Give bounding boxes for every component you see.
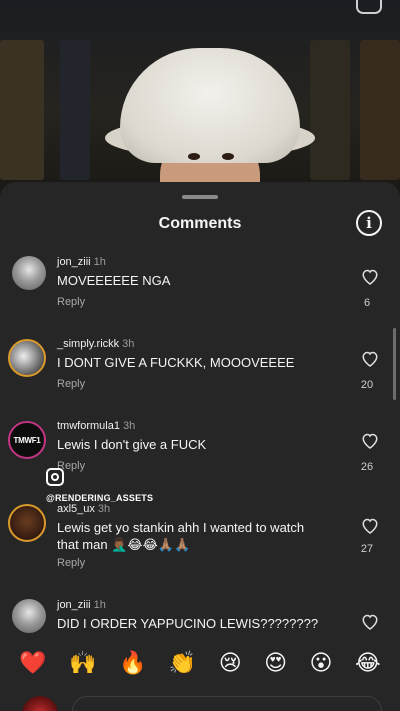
comment-username[interactable]: jon_ziii: [57, 599, 91, 611]
bookshelf: [310, 40, 350, 180]
info-button[interactable]: i: [356, 210, 382, 236]
comment-text: Lewis get yo stankin ahh I wanted to wat…: [57, 520, 305, 552]
emoji-raised-hands[interactable]: 🙌: [69, 651, 96, 677]
eye: [222, 153, 234, 160]
emoji-clapping[interactable]: 👏: [169, 651, 196, 677]
comment-text: I DONT GIVE A FUCKKK, MOOOVEEEE: [57, 355, 295, 370]
like-count: 26: [360, 461, 374, 473]
comment-time: 3h: [122, 338, 135, 350]
bucket-hat: [120, 48, 300, 163]
heart-icon: [362, 433, 378, 449]
comment-text: Lewis I don't give a FUCK: [57, 437, 207, 452]
avatar[interactable]: [8, 339, 46, 377]
eye: [188, 153, 200, 160]
comment-username[interactable]: axl5_ux: [57, 503, 95, 515]
comment-text: MOVEEEEEE NGA: [57, 273, 171, 288]
heart-icon: [362, 269, 378, 285]
bookshelf: [360, 40, 400, 180]
like-button[interactable]: [360, 515, 380, 535]
avatar[interactable]: [12, 599, 46, 633]
bookshelf: [0, 40, 44, 180]
emoji-fire[interactable]: 🔥: [119, 651, 146, 677]
heart-icon: [362, 614, 378, 630]
bookshelf: [60, 40, 90, 180]
comment-input-bar: [0, 692, 400, 711]
like-count: 20: [360, 379, 374, 391]
comment-time: 1h: [93, 256, 106, 268]
emoji-surprised[interactable]: 😮: [310, 651, 333, 677]
video-background: [0, 0, 400, 200]
like-button[interactable]: [360, 348, 380, 368]
sheet-title: Comments: [158, 215, 242, 232]
avatar[interactable]: [12, 256, 46, 290]
comment-username[interactable]: _simply.rickk: [57, 338, 119, 350]
comment-username[interactable]: tmwformula1: [57, 420, 120, 432]
like-button[interactable]: [360, 611, 380, 631]
emoji-red-heart[interactable]: ❤️: [19, 651, 46, 677]
comment-time: 1h: [93, 599, 106, 611]
scrollbar[interactable]: [393, 328, 396, 400]
avatar[interactable]: TMWF1: [8, 421, 46, 459]
heart-icon: [362, 518, 378, 534]
comment-input[interactable]: [72, 696, 382, 711]
reply-button[interactable]: Reply: [57, 378, 85, 390]
comment-time: 3h: [97, 503, 111, 515]
camera-icon[interactable]: [356, 0, 382, 14]
reply-button[interactable]: Reply: [57, 557, 85, 569]
comment-time: 3h: [122, 420, 136, 432]
emoji-crying[interactable]: 😢: [219, 651, 242, 677]
comment-text: DID I ORDER YAPPUCINO LEWIS????????: [57, 616, 319, 631]
instagram-icon: [46, 468, 64, 486]
watermark-text: @RENDERING_ASSETS: [46, 493, 154, 503]
like-button[interactable]: [360, 430, 380, 450]
drag-handle[interactable]: [182, 195, 218, 199]
heart-icon: [362, 351, 378, 367]
emoji-reaction-bar: ❤️ 🙌 🔥 👏 😢 😍 😮 😂: [0, 644, 400, 684]
emoji-heart-eyes[interactable]: 😍: [264, 651, 287, 677]
info-icon: i: [366, 214, 372, 232]
like-count: 27: [360, 543, 374, 555]
reply-button[interactable]: Reply: [57, 296, 85, 308]
user-avatar: [22, 696, 58, 711]
avatar[interactable]: [8, 504, 46, 542]
like-count: 6: [363, 297, 371, 309]
watermark: @RENDERING_ASSETS: [46, 462, 166, 503]
comment-username[interactable]: jon_ziii: [57, 256, 91, 268]
emoji-tears-of-joy[interactable]: 😂: [355, 651, 381, 677]
like-button[interactable]: [360, 266, 380, 286]
